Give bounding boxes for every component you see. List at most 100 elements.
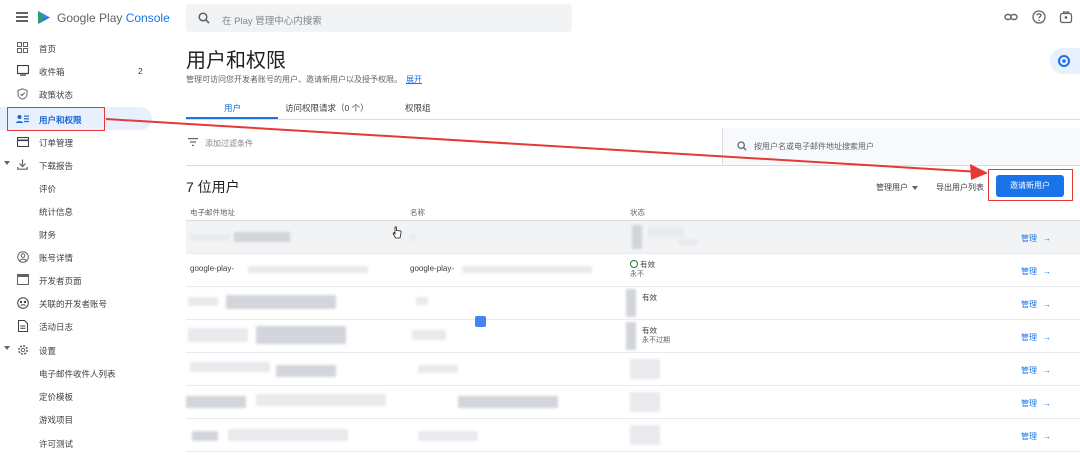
filter-bar[interactable]: 添加过滤条件 (186, 128, 722, 166)
sidebar-item-label: 收件箱 (39, 67, 65, 77)
search-icon (737, 141, 747, 151)
manage-user-link[interactable]: 管理 → (1021, 431, 1051, 442)
user-status-label: 有效 (642, 326, 657, 335)
manage-user-link[interactable]: 管理 → (1021, 365, 1051, 376)
tab-permission-groups[interactable]: 权限组 (405, 102, 431, 114)
sidebar-item-label: 定价模板 (39, 392, 74, 402)
sidebar-item-label: 政策状态 (39, 90, 74, 100)
gear-icon (16, 343, 29, 356)
user-search-input[interactable]: 按用户名或电子邮件地址搜索用户 (754, 141, 874, 152)
sidebar-item-label: 账号详情 (39, 253, 74, 263)
user-status-label: 有效 (642, 293, 657, 302)
sidebar-item-download-reports[interactable]: 下载报告 (0, 153, 170, 176)
shield-icon (16, 87, 29, 100)
column-header-name[interactable]: 名称 (410, 207, 425, 218)
sidebar-item-finance[interactable]: 财务 (0, 222, 170, 245)
sidebar-item-developer-page[interactable]: 开发者页面 (0, 268, 170, 291)
manage-user-link[interactable]: 管理 → (1021, 398, 1051, 409)
annotation-box-users-permissions (7, 107, 105, 131)
export-users-button[interactable]: 导出用户列表 (936, 182, 984, 193)
table-row[interactable]: 管理 → (186, 221, 1080, 254)
arrow-right-icon: → (1043, 333, 1051, 342)
sidebar-item-email-lists[interactable]: 电子邮件收件人列表 (0, 361, 170, 384)
filter-icon (188, 138, 198, 146)
assistant-icon (1058, 55, 1070, 67)
inbox-count-badge: 2 (138, 66, 143, 76)
user-count-title: 7 位用户 (186, 179, 240, 195)
table-row[interactable]: 有效 永不过期 管理 → (186, 320, 1080, 353)
check-circle-icon (630, 260, 638, 268)
link-account-icon (16, 296, 29, 309)
manage-user-link[interactable]: 管理 → (1021, 233, 1051, 244)
tab-users[interactable]: 用户 (224, 102, 241, 114)
sidebar-item-label: 电子邮件收件人列表 (39, 369, 116, 379)
table-header: 电子邮件地址 名称 状态 (186, 201, 1080, 221)
brand-name[interactable]: Google Play Console (57, 11, 170, 25)
sidebar-item-orders[interactable]: 订单管理 (0, 130, 170, 153)
sidebar-item-game-projects[interactable]: 游戏项目 (0, 407, 170, 430)
sidebar-item-reviews[interactable]: 评价 (0, 176, 170, 199)
page-subtitle: 管理可访问您开发者账号的用户、邀请新用户以及授予权限。 展开 (186, 74, 422, 85)
sidebar-item-label: 开发者页面 (39, 276, 82, 286)
global-search-bar[interactable]: 在 Play 管理中心内搜索 (186, 4, 572, 32)
sidebar-item-pricing-templates[interactable]: 定价模板 (0, 384, 170, 407)
link-icon[interactable] (1004, 10, 1018, 24)
account-avatar-icon[interactable] (1059, 10, 1073, 24)
user-status: 有效 (642, 293, 657, 303)
sidebar-item-account-details[interactable]: 账号详情 (0, 245, 170, 268)
user-search-bar[interactable]: 按用户名或电子邮件地址搜索用户 (722, 128, 1080, 166)
sidebar-item-linked-accounts[interactable]: 关联的开发者账号 (0, 291, 170, 314)
arrow-right-icon: → (1043, 366, 1051, 375)
account-icon (16, 250, 29, 263)
inbox-icon (16, 64, 29, 77)
sidebar-item-activity-log[interactable]: 活动日志 (0, 314, 170, 337)
sidebar-item-label: 许可测试 (39, 439, 74, 449)
arrow-right-icon: → (1043, 234, 1051, 243)
sidebar-item-label: 活动日志 (39, 322, 74, 332)
manage-user-link[interactable]: 管理 → (1021, 332, 1051, 343)
chevron-down-icon[interactable] (4, 161, 10, 165)
tab-bar: 用户 访问权限请求（0 个） 权限组 (186, 96, 1080, 120)
chevron-down-icon (912, 185, 918, 190)
sidebar-item-label: 游戏项目 (39, 415, 74, 425)
table-row[interactable]: 管理 → (186, 419, 1080, 452)
grid-icon (16, 41, 29, 54)
manage-users-dropdown[interactable]: 管理用户 (876, 182, 918, 193)
tab-access-requests[interactable]: 访问权限请求（0 个） (285, 102, 369, 114)
sidebar-item-home[interactable]: 首页 (0, 36, 170, 59)
table-row[interactable]: google-play- google-play- 有效 永不 管理 → (186, 254, 1080, 287)
add-filter-input[interactable]: 添加过滤条件 (205, 138, 253, 149)
sidebar: Google Play Console 首页 收件箱 2 政策状态 用户和权限 … (0, 0, 170, 455)
help-icon[interactable] (1032, 10, 1046, 24)
expand-link[interactable]: 展开 (406, 75, 422, 84)
table-row[interactable]: 有效 管理 → (186, 287, 1080, 320)
menu-icon[interactable] (16, 12, 28, 22)
table-row[interactable]: 管理 → (186, 353, 1080, 386)
user-status: 有效 永不过期 (642, 326, 670, 346)
column-header-email[interactable]: 电子邮件地址 (190, 207, 235, 218)
sidebar-item-inbox[interactable]: 收件箱 2 (0, 59, 170, 82)
arrow-right-icon: → (1043, 267, 1051, 276)
chevron-down-icon[interactable] (4, 346, 10, 350)
sidebar-item-label: 评价 (39, 184, 57, 194)
user-status-label: 有效 (640, 260, 655, 269)
manage-link-label: 管理 (1021, 366, 1037, 375)
sidebar-item-label: 关联的开发者账号 (39, 299, 108, 309)
sidebar-item-policy[interactable]: 政策状态 (0, 82, 170, 105)
sidebar-item-label: 统计信息 (39, 207, 74, 217)
play-console-logo-icon (38, 11, 50, 24)
sidebar-item-settings[interactable]: 设置 (0, 338, 170, 361)
global-search-input[interactable]: 在 Play 管理中心内搜索 (222, 13, 322, 27)
sidebar-item-license-testing[interactable]: 许可测试 (0, 431, 170, 454)
manage-user-link[interactable]: 管理 → (1021, 266, 1051, 277)
brand-part1: Google Play (57, 11, 123, 25)
sidebar-item-statistics[interactable]: 统计信息 (0, 199, 170, 222)
mouse-cursor-icon (392, 226, 402, 239)
column-header-status[interactable]: 状态 (630, 207, 645, 218)
card-icon (16, 135, 29, 148)
manage-user-link[interactable]: 管理 → (1021, 299, 1051, 310)
user-name: google-play- (410, 264, 455, 273)
arrow-right-icon: → (1043, 399, 1051, 408)
side-panel-button[interactable] (1050, 48, 1080, 74)
table-row[interactable]: 管理 → (186, 386, 1080, 419)
